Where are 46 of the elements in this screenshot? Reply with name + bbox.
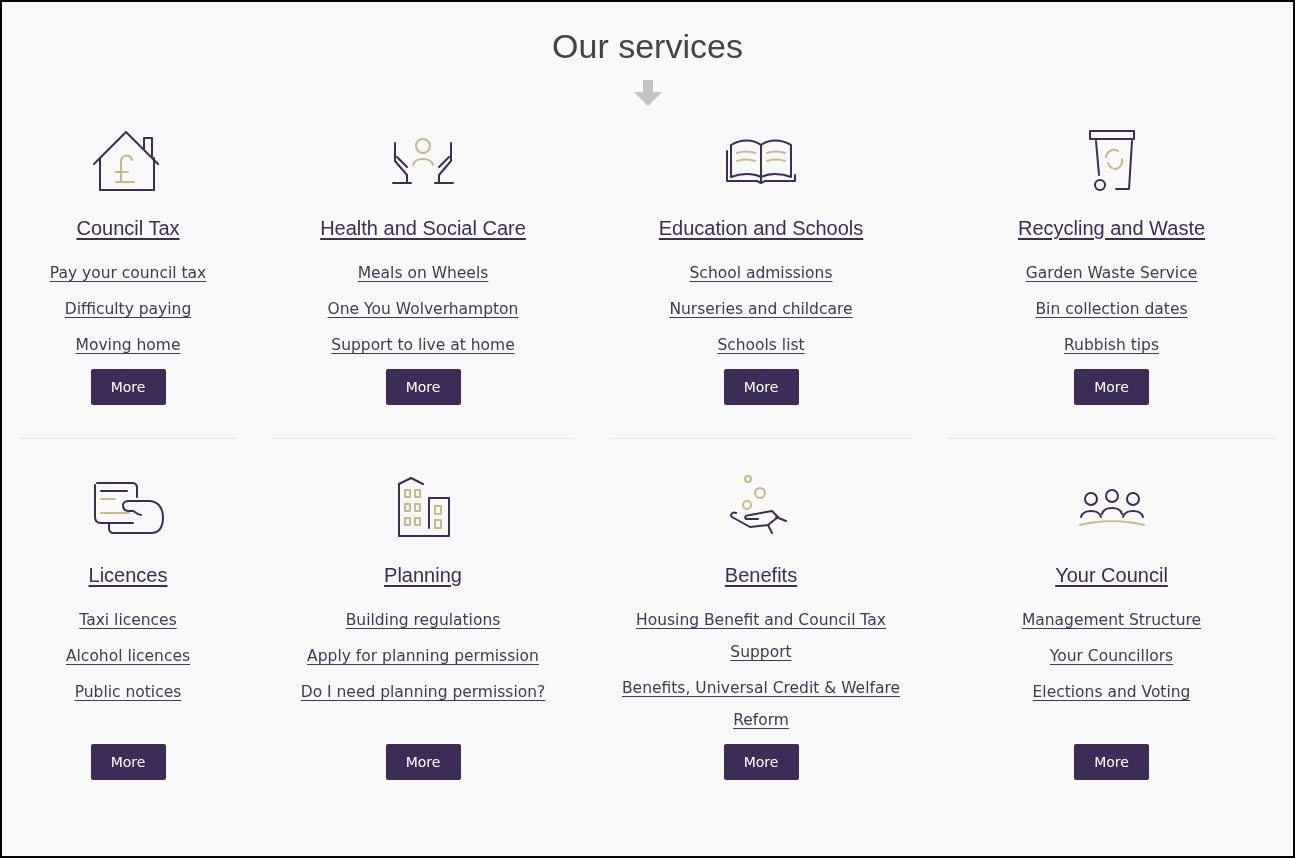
book-icon xyxy=(725,137,797,185)
service-heading-link[interactable]: Planning xyxy=(384,561,462,589)
service-link[interactable]: Difficulty paying xyxy=(64,293,192,325)
service-link[interactable]: Rubbish tips xyxy=(1064,329,1159,361)
service-link[interactable]: Public notices xyxy=(74,676,182,708)
service-heading-link[interactable]: Council Tax xyxy=(76,214,180,242)
card-in-hand-icon xyxy=(91,481,165,535)
service-link[interactable]: Building regulations xyxy=(345,604,501,636)
service-heading-link[interactable]: Education and Schools xyxy=(658,214,864,242)
service-link[interactable]: One You Wolverhampton xyxy=(327,293,519,325)
hands-person-icon xyxy=(389,137,457,185)
service-link[interactable]: Apply for planning permission xyxy=(307,640,539,672)
more-button[interactable]: More xyxy=(723,744,799,780)
service-link[interactable]: Management Structure xyxy=(1021,604,1202,636)
more-button[interactable]: More xyxy=(90,744,166,780)
service-heading-link[interactable]: Health and Social Care xyxy=(320,214,526,242)
buildings-icon xyxy=(395,476,451,540)
service-link[interactable]: Garden Waste Service xyxy=(1025,257,1198,289)
service-link[interactable]: School admissions xyxy=(689,257,833,289)
group-of-people-icon xyxy=(1077,487,1146,529)
more-button[interactable]: More xyxy=(1074,744,1149,780)
service-link[interactable]: Taxi licences xyxy=(79,604,177,636)
service-heading-link[interactable]: Benefits xyxy=(724,561,798,589)
service-link[interactable]: Nurseries and childcare xyxy=(669,293,853,325)
service-link[interactable]: Elections and Voting xyxy=(1032,676,1191,708)
service-link[interactable]: Do I need planning permission? xyxy=(300,676,546,708)
more-button[interactable]: More xyxy=(385,744,461,780)
service-link[interactable]: Meals on Wheels xyxy=(357,257,489,289)
service-heading-link[interactable]: Your Council xyxy=(1055,561,1168,589)
more-button[interactable]: More xyxy=(90,369,166,405)
service-link[interactable]: Your Councillors xyxy=(1049,640,1174,672)
service-link[interactable]: Support to live at home xyxy=(331,329,515,361)
service-heading-link[interactable]: Licences xyxy=(88,561,168,589)
service-link[interactable]: Housing Benefit and Council Tax Support xyxy=(611,604,911,668)
more-button[interactable]: More xyxy=(723,369,799,405)
service-link[interactable]: Benefits, Universal Credit & Welfare Reform xyxy=(611,672,911,736)
section-title: Our services xyxy=(552,26,743,67)
more-button[interactable]: More xyxy=(1074,369,1149,405)
service-heading-link[interactable]: Recycling and Waste xyxy=(1017,214,1206,242)
service-link[interactable]: Schools list xyxy=(717,329,805,361)
service-link[interactable]: Bin collection dates xyxy=(1035,293,1188,325)
service-link[interactable]: Moving home xyxy=(75,329,181,361)
down-arrow-icon xyxy=(632,80,663,106)
service-link[interactable]: Pay your council tax xyxy=(49,257,207,289)
more-button[interactable]: More xyxy=(385,369,461,405)
service-link[interactable]: Alcohol licences xyxy=(65,640,191,672)
